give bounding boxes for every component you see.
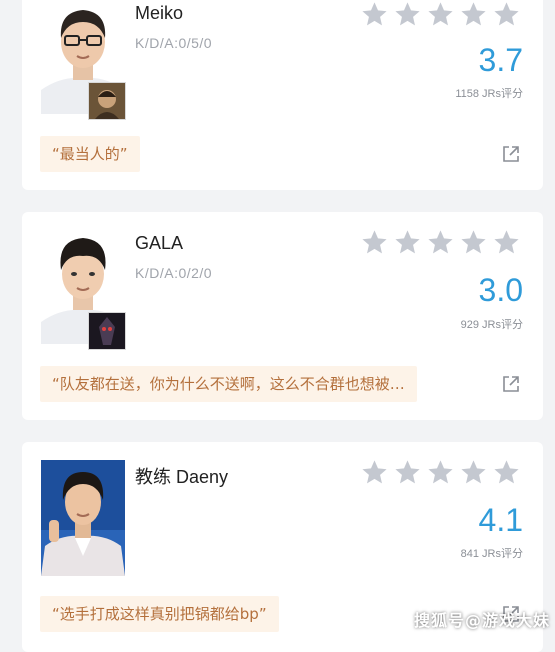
star-icon[interactable] <box>393 0 422 29</box>
star-icon[interactable] <box>360 0 389 29</box>
player-name: 教练 Daeny <box>135 467 229 487</box>
rating-count: 841 JRs评分 <box>460 548 523 560</box>
star-icon[interactable] <box>492 228 521 257</box>
share-icon[interactable] <box>501 144 521 164</box>
player-card-meiko[interactable]: Meiko K/D/A:0/5/0 3.7 1158 JRs评分 “最当人的” <box>22 0 543 190</box>
star-icon[interactable] <box>393 228 422 257</box>
star-icon[interactable] <box>459 0 488 29</box>
star-icon[interactable] <box>360 228 389 257</box>
champion-icon <box>88 82 126 120</box>
player-name: GALA <box>135 233 184 253</box>
star-icon[interactable] <box>426 0 455 29</box>
top-comment[interactable]: “队友都在送，你为什么不送啊，这么不合群也想被… <box>40 366 417 402</box>
player-kda: K/D/A:0/5/0 <box>135 35 213 51</box>
rating-score: 3.7 <box>478 42 523 78</box>
star-icon[interactable] <box>426 458 455 487</box>
star-icon[interactable] <box>492 0 521 29</box>
player-name: Meiko <box>135 3 184 23</box>
star-icon[interactable] <box>393 458 422 487</box>
star-icon[interactable] <box>360 458 389 487</box>
star-rating[interactable] <box>360 0 521 29</box>
star-rating[interactable] <box>360 458 521 487</box>
watermark: 搜狐号@游戏大妹 <box>414 611 551 630</box>
star-icon[interactable] <box>459 458 488 487</box>
rating-count: 1158 JRs评分 <box>455 88 523 100</box>
player-kda: K/D/A:0/2/0 <box>135 265 213 281</box>
player-card-gala[interactable]: GALA K/D/A:0/2/0 3.0 929 JRs评分 “队友都在送，你为… <box>22 212 543 420</box>
coach-avatar <box>41 460 125 576</box>
share-icon[interactable] <box>501 374 521 394</box>
star-icon[interactable] <box>459 228 488 257</box>
star-rating[interactable] <box>360 228 521 257</box>
star-icon[interactable] <box>426 228 455 257</box>
top-comment[interactable]: “选手打成这样真别把锅都给bp” <box>40 596 279 632</box>
rating-score: 3.0 <box>478 272 523 308</box>
rating-count: 929 JRs评分 <box>460 319 523 331</box>
rating-score: 4.1 <box>478 502 523 538</box>
top-comment[interactable]: “最当人的” <box>40 136 140 172</box>
champion-icon <box>88 312 126 350</box>
star-icon[interactable] <box>492 458 521 487</box>
